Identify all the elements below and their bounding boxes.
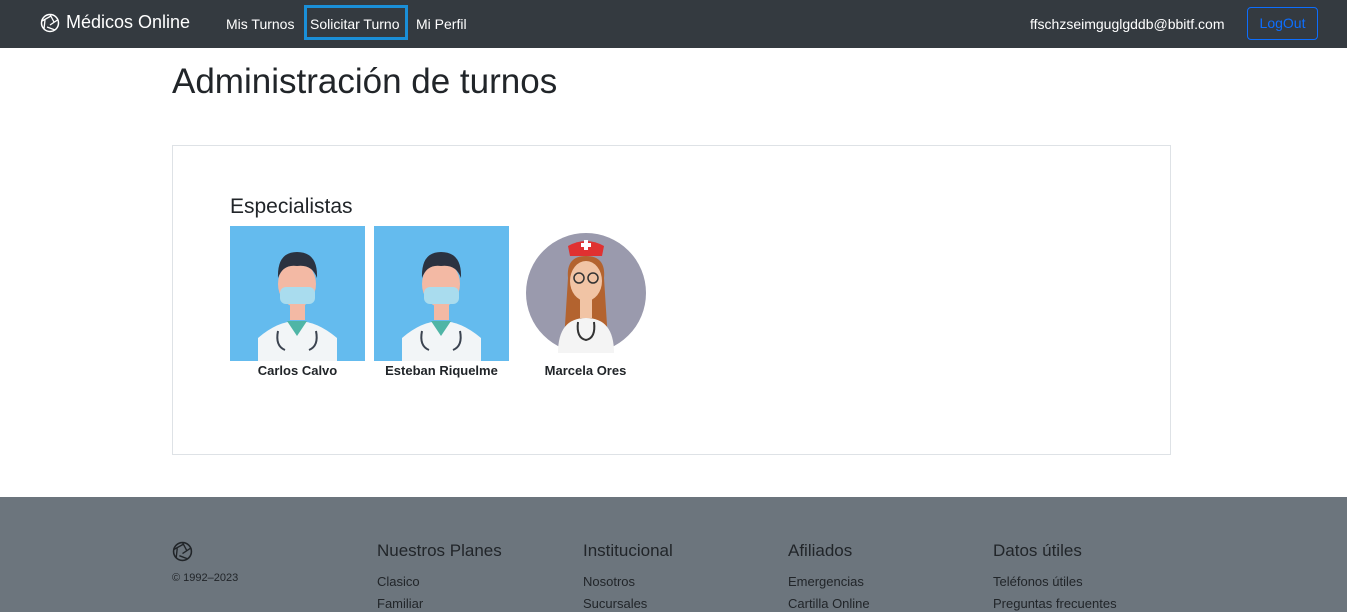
specialist-name: Marcela Ores — [544, 363, 627, 378]
footer-col-institucional: Institucional Nosotros Sucursales — [583, 541, 673, 615]
user-email: ffschzseimguglgddb@bbitf.com — [1030, 16, 1225, 32]
female-nurse-icon[interactable] — [518, 226, 653, 361]
top-navbar: Médicos Online Mis Turnos Solicitar Turn… — [0, 0, 1347, 48]
specialist-name: Esteban Riquelme — [385, 363, 498, 378]
footer-col-title: Afiliados — [788, 541, 853, 560]
nav-mi-perfil[interactable]: Mi Perfil — [416, 15, 467, 33]
male-doctor-mask-icon[interactable] — [374, 226, 509, 361]
footer-link[interactable]: Nosotros — [583, 571, 673, 593]
page-title: Administración de turnos — [172, 62, 558, 101]
nav-mis-turnos[interactable]: Mis Turnos — [226, 15, 294, 33]
footer-col-planes: Nuestros Planes Clasico Familiar — [377, 541, 502, 615]
section-title: Especialistas — [230, 195, 353, 218]
aperture-logo-icon — [40, 13, 60, 32]
footer-col-datos-utiles: Datos útiles Teléfonos útiles Preguntas … — [993, 541, 1117, 615]
specialist-name: Carlos Calvo — [257, 363, 338, 378]
copyright: © 1992–2023 — [172, 572, 239, 584]
specialist-card-carlos-calvo[interactable]: Carlos Calvo — [230, 226, 365, 378]
footer-col-title: Datos útiles — [993, 541, 1082, 560]
specialist-card-marcela-ores[interactable]: Marcela Ores — [518, 226, 653, 378]
footer: © 1992–2023 Nuestros Planes Clasico Fami… — [0, 497, 1347, 612]
specialist-card-esteban-riquelme[interactable]: Esteban Riquelme — [374, 226, 509, 378]
footer-col-title: Institucional — [583, 541, 673, 560]
footer-col-afiliados: Afiliados Emergencias Cartilla Online — [788, 541, 870, 615]
nav-solicitar-turno[interactable]: Solicitar Turno — [304, 5, 408, 40]
footer-col-title: Nuestros Planes — [377, 541, 502, 560]
male-doctor-mask-icon[interactable] — [230, 226, 365, 361]
brand-label: Médicos Online — [66, 12, 191, 32]
logout-button[interactable]: LogOut — [1247, 7, 1318, 40]
footer-link[interactable]: Teléfonos útiles — [993, 571, 1117, 593]
aperture-logo-icon — [172, 541, 193, 562]
footer-link[interactable]: Emergencias — [788, 571, 870, 593]
specialists-card: Especialistas Carlos Calvo Esteban Rique… — [172, 145, 1171, 455]
footer-link[interactable]: Clasico — [377, 571, 502, 593]
brand-link[interactable]: Médicos Online — [40, 12, 190, 33]
